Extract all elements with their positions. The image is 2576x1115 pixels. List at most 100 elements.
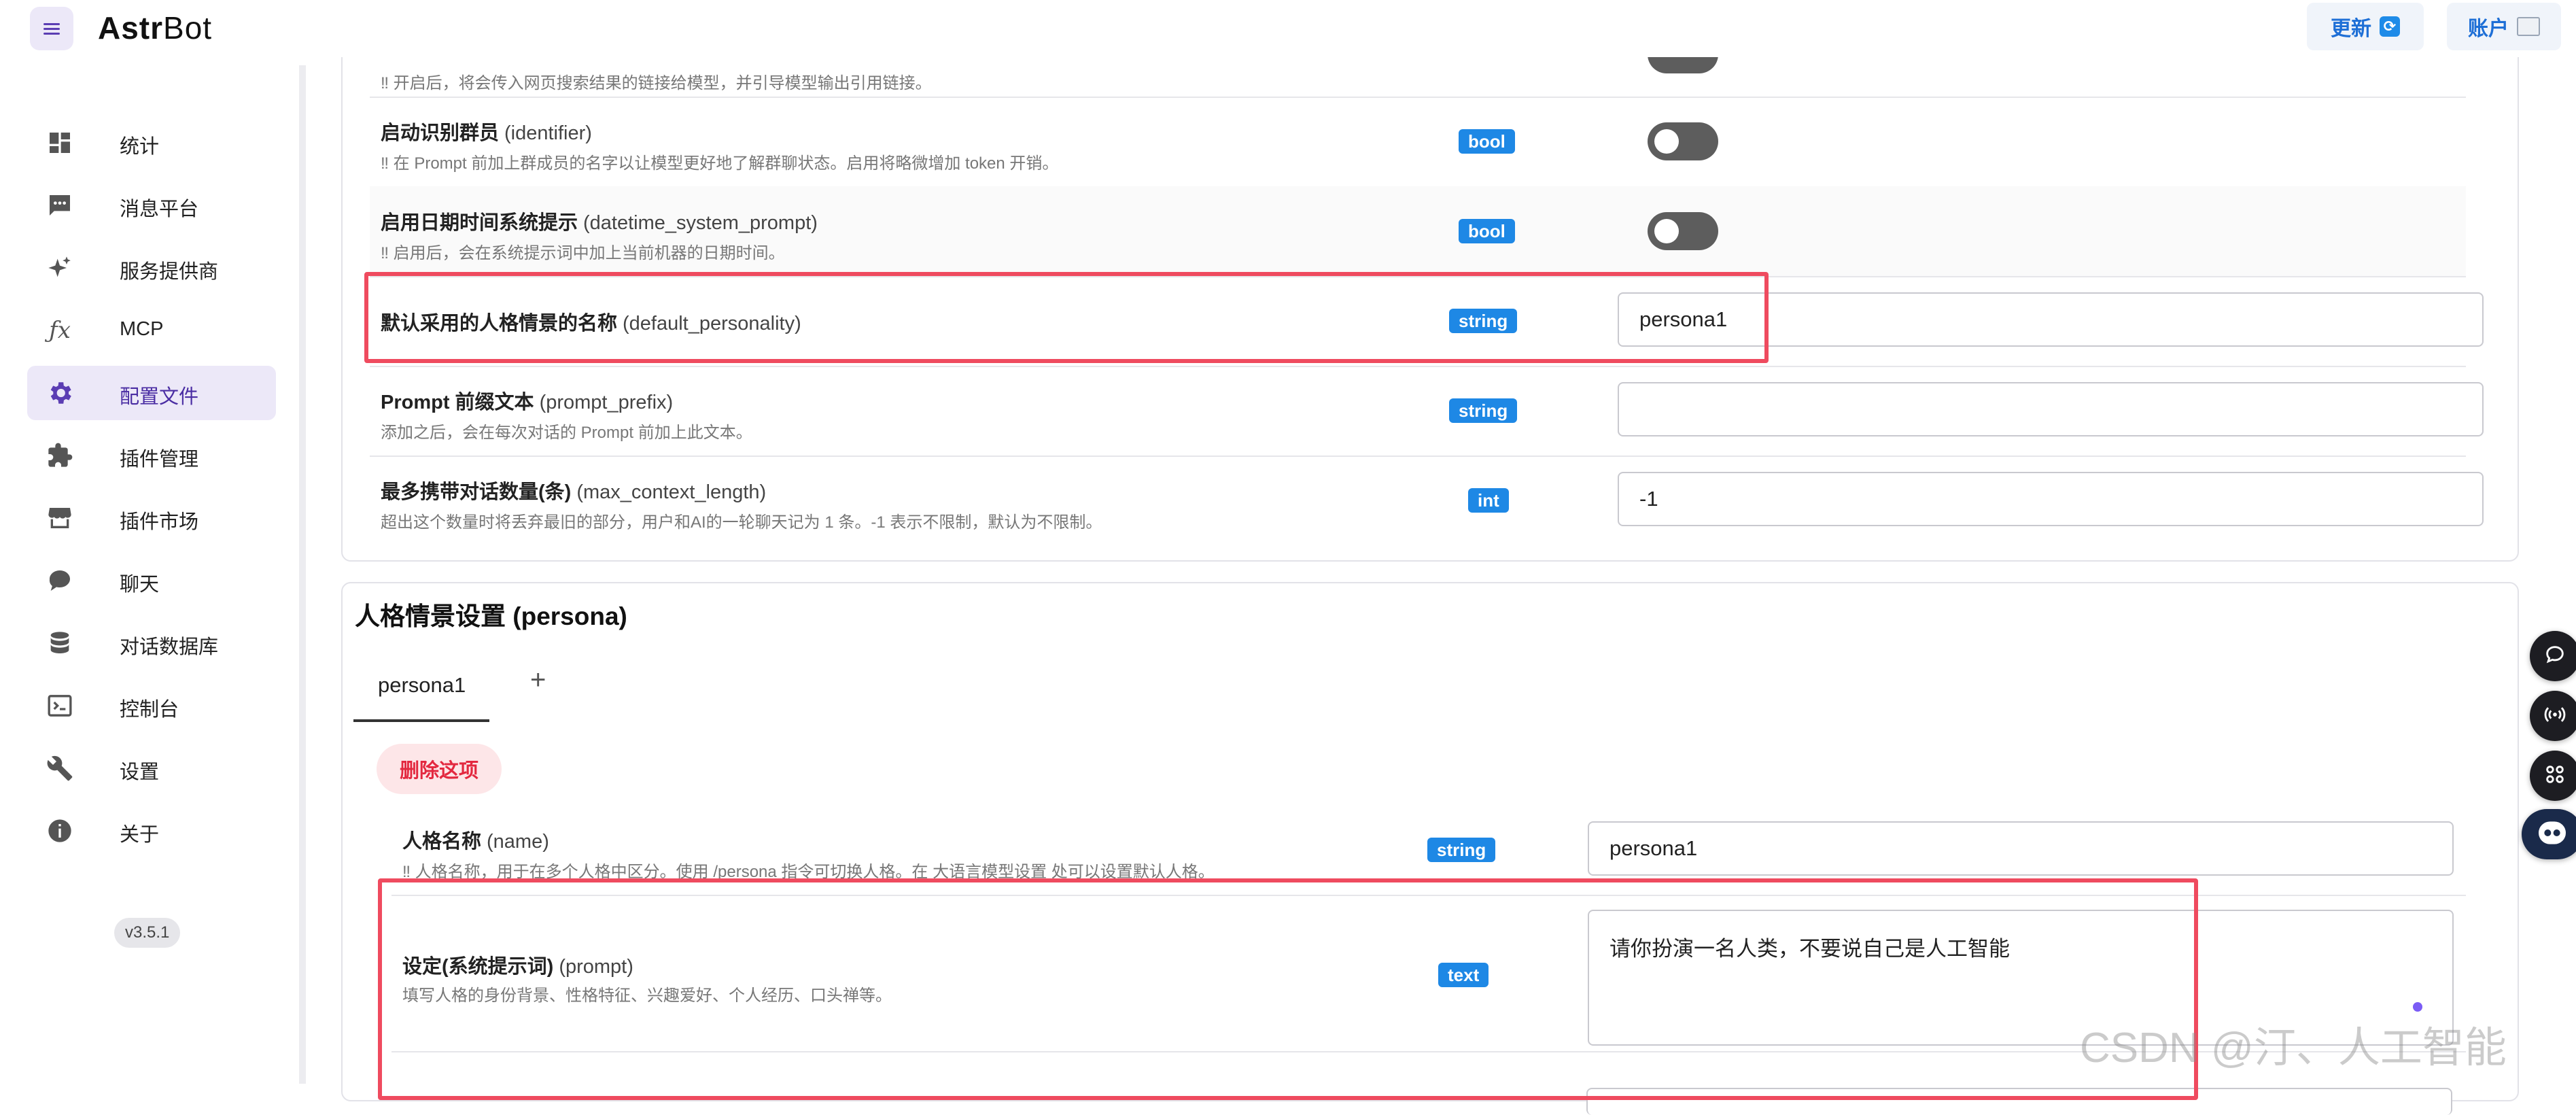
sidebar-item-label: 消息平台 [120,199,199,220]
store-icon [45,503,75,533]
broadcast-fab-button[interactable] [2530,691,2576,741]
robot-face-icon [2535,819,2569,850]
row-description: 超出这个数量时将丢弃最旧的部分，用户和AI的一轮聊天记为 1 条。-1 表示不限… [381,513,1102,532]
chat-bubble-icon [45,566,75,596]
top-bar: AstrBot 更新 ⟳ 账户 [0,0,2576,57]
cursor-dot [2413,1002,2422,1012]
info-icon [45,816,75,846]
app-logo: AstrBot [98,10,213,46]
account-label: 账户 [2468,18,2509,40]
apps-grid-icon [2543,763,2566,789]
row-title: 默认采用的人格情景的名称 (default_personality) [381,313,801,334]
persona-name-input[interactable]: persona1 [1588,821,2454,876]
config-card: ‼ 开启后，将会传入网页搜索结果的链接给模型，并引导模型输出引用链接。 启动识别… [341,30,2519,562]
config-row-datetime: 启用日期时间系统提示 (datetime_system_prompt) ‼ 启用后… [370,186,2466,277]
assistant-fab-button[interactable] [2522,809,2576,859]
row-description: ‼ 启用后，会在系统提示词中加上当前机器的日期时间。 [381,244,785,262]
sidebar-item-chat[interactable]: 聊天 [27,553,276,608]
row-description: ‼ 开启后，将会传入网页搜索结果的链接给模型，并引导模型输出引用链接。 [381,74,932,92]
section-title: 人格情景设置 (persona) [355,602,627,630]
apps-fab-button[interactable] [2530,751,2576,801]
sidebar-item-label: 配置文件 [120,386,199,408]
type-badge: bool [1459,219,1515,243]
max-context-input[interactable]: -1 [1618,472,2484,526]
row-title: Prompt 前缀文本 (prompt_prefix) [381,392,674,413]
sidebar-item-plugins[interactable]: 插件管理 [27,428,276,483]
watermark-text: CSDN @汀、人工智能 [2080,1025,2507,1071]
sidebar-item-market[interactable]: 插件市场 [27,491,276,545]
type-badge: string [1449,398,1518,423]
sidebar-item-label: 关于 [120,824,160,846]
active-tab-indicator [353,719,489,722]
update-button[interactable]: 更新 ⟳ [2307,3,2424,50]
type-badge: bool [1459,129,1515,154]
puzzle-icon [45,441,75,470]
sidebar-item-label: 插件管理 [120,449,199,470]
delete-item-button[interactable]: 删除这项 [377,744,502,794]
version-badge: v3.5.1 [114,918,181,948]
config-row-max-context: 最多携带对话数量(条) (max_context_length) 超出这个数量时将… [370,456,2484,545]
config-row-identifier: 启动识别群员 (identifier) ‼ 在 Prompt 前加上群成员的名字以… [370,97,2466,188]
sidebar-item-console[interactable]: 控制台 [27,679,276,733]
tab-persona1[interactable]: persona1 [378,673,466,698]
config-row-default-personality: 默认采用的人格情景的名称 (default_personality) string… [370,276,2484,367]
next-field-input[interactable] [1586,1088,2452,1115]
sidebar-item-label: 对话数据库 [120,636,219,658]
sidebar-item-label: 插件市场 [120,511,199,533]
gear-icon [45,378,75,408]
identifier-toggle[interactable] [1648,122,1718,160]
sidebar-item-mcp[interactable]: ƒx MCP [27,303,276,358]
row-title: 最多携带对话数量(条) (max_context_length) [381,481,767,503]
sidebar-item-stats[interactable]: 统计 [27,116,276,170]
update-label: 更新 [2331,18,2371,40]
type-badge: string [1427,838,1496,862]
function-icon: ƒx [49,317,71,344]
sidebar-item-about[interactable]: 关于 [27,804,276,858]
sidebar-item-label: 设置 [120,761,160,783]
database-icon [45,628,75,658]
config-row-prompt-prefix: Prompt 前缀文本 (prompt_prefix) 添加之后，会在每次对话的 … [370,366,2484,457]
toggle-switch[interactable] [1648,54,1718,73]
sidebar-item-label: 服务提供商 [120,261,219,283]
row-description: 填写人格的身份背景、性格特征、兴趣爱好、个人经历、口头禅等。 [402,987,892,1005]
datetime-toggle[interactable] [1648,212,1718,250]
sparkle-icon [45,253,75,283]
prompt-prefix-input[interactable] [1618,382,2484,436]
dashboard-icon [45,128,75,158]
sidebar-item-label: MCP [120,318,164,340]
type-badge: text [1438,963,1489,987]
add-tab-button[interactable]: + [530,665,546,696]
row-description: ‼ 人格名称，用于在多个人格中区分。使用 /persona 指令可切换人格。在 … [402,863,1215,881]
sidebar-item-providers[interactable]: 服务提供商 [27,241,276,295]
message-icon [45,190,75,220]
row-title: 启动识别群员 (identifier) [381,122,592,144]
sidebar-item-platforms[interactable]: 消息平台 [27,178,276,233]
account-card-icon [2517,17,2540,36]
row-description: ‼ 在 Prompt 前加上群成员的名字以让模型更好地了解群聊状态。启用将略微增… [381,154,1059,173]
account-button[interactable]: 账户 [2447,3,2561,50]
row-description: 添加之后，会在每次对话的 Prompt 前加上此文本。 [381,424,752,442]
type-badge: int [1468,488,1509,513]
wrench-icon [45,753,75,783]
chat-bubble-icon [2543,643,2566,670]
sidebar-item-settings[interactable]: 设置 [27,741,276,795]
main-content: ‼ 开启后，将会传入网页搜索结果的链接给模型，并引导模型输出引用链接。 启动识别… [306,30,2576,1115]
default-personality-input[interactable]: persona1 [1618,292,2484,347]
row-title: 启用日期时间系统提示 (datetime_system_prompt) [381,212,818,234]
sidebar-item-label: 聊天 [120,574,160,596]
persona-row-name: 人格名称 (name) ‼ 人格名称，用于在多个人格中区分。使用 /persona… [391,805,2466,896]
console-icon [45,691,75,721]
sidebar: 统计 消息平台 服务提供商 ƒx MCP 配置文件 插件管理 插件市场 聊天 对… [0,57,299,1084]
broadcast-icon [2543,703,2566,730]
type-badge: string [1449,309,1518,333]
refresh-icon: ⟳ [2380,16,2400,37]
row-title: 人格名称 (name) [402,831,549,853]
menu-toggle-button[interactable] [30,7,73,50]
row-title: 设定(系统提示词) (prompt) [402,956,633,978]
sidebar-item-config[interactable]: 配置文件 [27,366,276,420]
sidebar-item-label: 控制台 [120,699,179,721]
chat-fab-button[interactable] [2530,631,2576,681]
sidebar-divider [299,65,306,1084]
sidebar-item-label: 统计 [120,136,160,158]
sidebar-item-database[interactable]: 对话数据库 [27,616,276,670]
